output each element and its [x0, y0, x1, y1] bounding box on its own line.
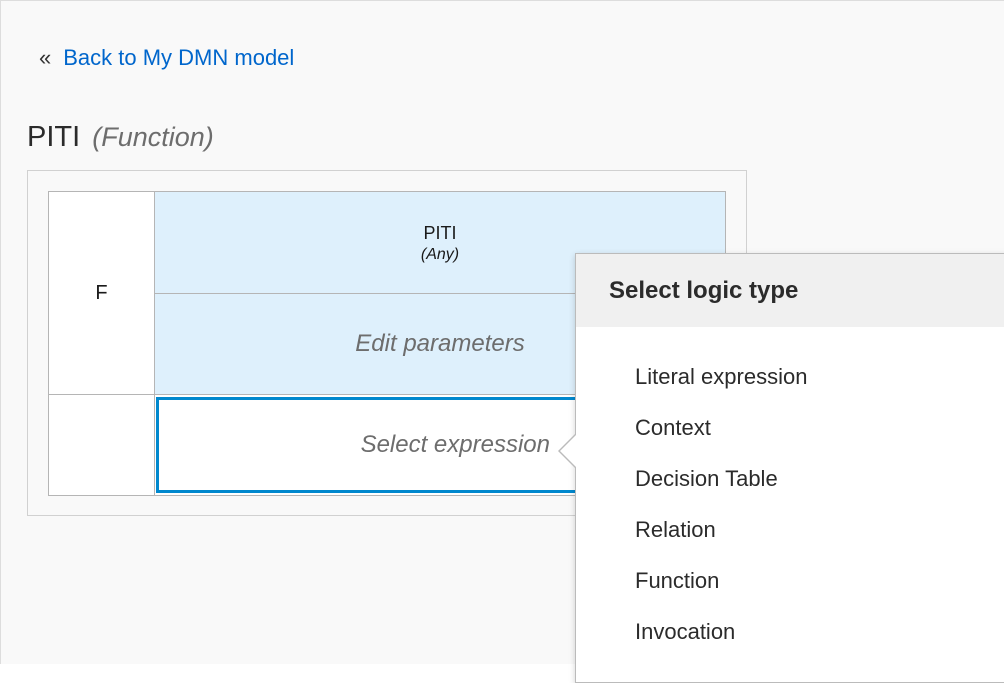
back-link[interactable]: « Back to My DMN model: [39, 45, 294, 71]
logic-type-invocation[interactable]: Invocation: [576, 606, 807, 657]
expression-kind: (Function): [92, 122, 214, 152]
logic-type-list: Literal expression Context Decision Tabl…: [576, 351, 807, 657]
function-editor-page: «Back to My DMN model PITI (Function) F …: [0, 0, 1004, 683]
back-link-label: Back to My DMN model: [63, 45, 295, 70]
popover-arrow-fill: [560, 434, 577, 468]
popover-title: Select logic type: [576, 254, 1004, 327]
page-title: PITI (Function): [27, 121, 214, 154]
function-name: PITI: [423, 222, 457, 243]
logic-type-relation[interactable]: Relation: [576, 504, 807, 555]
function-kind-cell[interactable]: F: [48, 191, 155, 395]
logic-type-function[interactable]: Function: [576, 555, 807, 606]
edit-parameters-label: Edit parameters: [355, 330, 525, 357]
logic-type-context[interactable]: Context: [576, 402, 807, 453]
select-logic-type-popover: Select logic type Literal expression Con…: [575, 253, 1004, 683]
logic-type-decision-table[interactable]: Decision Table: [576, 453, 807, 504]
function-kind-label: F: [95, 281, 108, 304]
expression-name: PITI: [27, 121, 81, 153]
row-number-cell: [48, 394, 155, 496]
select-expression-cell[interactable]: Select expression: [156, 397, 596, 493]
function-type: (Any): [420, 245, 460, 263]
logic-type-literal-expression[interactable]: Literal expression: [576, 351, 807, 402]
double-chevron-left-icon: «: [39, 45, 52, 70]
select-expression-label: Select expression: [360, 431, 550, 458]
